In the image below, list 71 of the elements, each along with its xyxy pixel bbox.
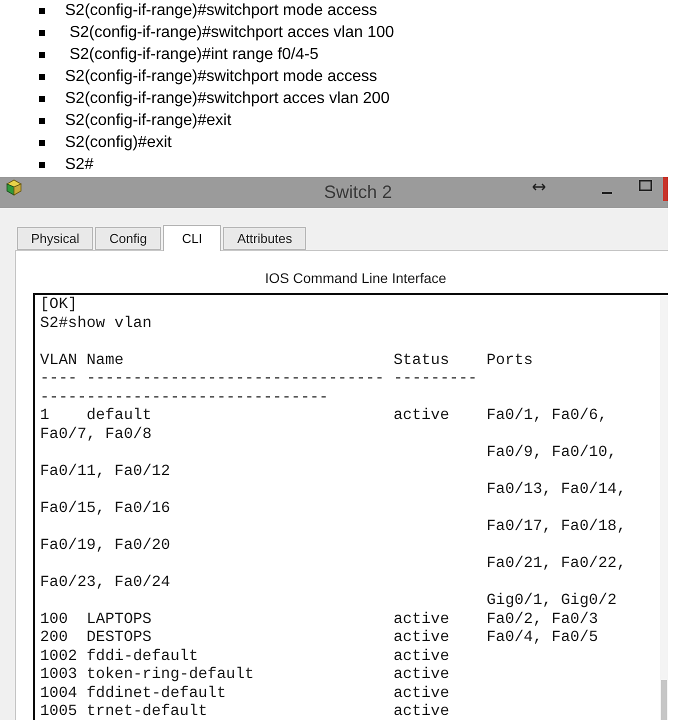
vlan-name: token-ring-default	[86, 665, 254, 684]
command-line-text: S2(config-if-range)#switchport mode access	[65, 67, 378, 87]
terminal-line: Fa0/19, Fa0/20	[40, 536, 170, 554]
vlan-ports: Fa0/9, Fa0/10,	[486, 443, 617, 462]
vlan-status: active	[393, 628, 450, 646]
column-header: VLAN	[40, 350, 78, 369]
terminal-line: Fa0/23, Fa0/24	[40, 572, 170, 591]
panel-heading: IOS Command Line Interface	[265, 270, 446, 286]
command-line-text: S2(config-if-range)#switchport mode access	[65, 1, 378, 21]
vlan-ports: Fa0/2, Fa0/3	[486, 610, 598, 628]
vlan-id: 200	[40, 628, 68, 646]
bullet-icon	[39, 162, 45, 168]
dash-rule: ----	[40, 369, 78, 388]
column-header: Ports	[486, 350, 533, 369]
tab[interactable]: CLI	[163, 225, 222, 251]
vlan-id: 1	[40, 406, 50, 424]
command-line-text: S2(config-if-range)#switchport acces vlan 100	[68, 23, 394, 43]
bullet-icon	[39, 30, 45, 36]
vlan-status: active	[393, 684, 450, 702]
bullet-icon	[39, 140, 45, 146]
vlan-name: DESTOPS	[86, 628, 152, 646]
bullet-icon	[39, 8, 45, 14]
command-line-text: S2(config-if-range)#int range f0/4-5	[68, 45, 318, 65]
command-line-text: S2(config-if-range)#exit	[65, 111, 232, 131]
terminal-line: Fa0/15, Fa0/16	[40, 498, 170, 517]
window-title: Switch 2	[324, 181, 392, 204]
vlan-ports: Fa0/13, Fa0/14,	[486, 480, 626, 498]
vlan-ports: Fa0/21, Fa0/22,	[486, 554, 626, 572]
bullet-icon	[39, 96, 45, 102]
command-line-text: S2(config)#exit	[65, 133, 172, 153]
vlan-status: active	[393, 610, 450, 628]
dash-rule: ---------	[393, 369, 478, 388]
cube-icon	[5, 179, 22, 196]
vlan-status: active	[393, 665, 450, 684]
vlan-ports: Fa0/17, Fa0/18,	[486, 517, 626, 536]
vlan-ports: Fa0/1, Fa0/6,	[486, 406, 608, 424]
vlan-ports: Fa0/4, Fa0/5	[486, 628, 598, 646]
vlan-id: 1002	[40, 646, 78, 665]
vlan-status: active	[393, 646, 450, 665]
terminal-line: Fa0/11, Fa0/12	[40, 462, 170, 480]
resize-icon[interactable]	[532, 183, 546, 191]
scrollbar-thumb[interactable]	[661, 680, 667, 720]
dash-rule: -------------------------------	[40, 388, 328, 406]
vlan-id: 1004	[40, 684, 78, 702]
tab[interactable]: Config	[95, 227, 161, 250]
vlan-ports: Gig0/1, Gig0/2	[486, 591, 617, 610]
terminal-line: S2#show vlan	[40, 314, 152, 332]
terminal-line: Fa0/7, Fa0/8	[40, 424, 152, 443]
vlan-name: fddinet-default	[86, 684, 226, 702]
column-header: Name	[86, 350, 124, 369]
column-header: Status	[393, 350, 450, 369]
bullet-icon	[39, 118, 45, 124]
vlan-id: 100	[40, 610, 68, 628]
minimize-button[interactable]	[602, 192, 612, 194]
vlan-name: default	[86, 406, 152, 424]
dash-rule: --------------------------------	[86, 369, 384, 388]
vlan-name: trnet-default	[86, 702, 208, 720]
tab[interactable]: Attributes	[223, 227, 306, 250]
vlan-id: 1003	[40, 665, 78, 684]
maximize-button[interactable]	[639, 180, 652, 191]
vlan-name: LAPTOPS	[86, 610, 152, 628]
terminal-line: [OK]	[40, 295, 78, 314]
vlan-status: active	[393, 702, 450, 720]
bullet-icon	[39, 74, 45, 80]
bullet-icon	[39, 52, 45, 58]
command-line-text: S2#	[65, 155, 94, 175]
tab[interactable]: Physical	[17, 227, 94, 250]
vlan-id: 1005	[40, 702, 78, 720]
vlan-status: active	[393, 406, 450, 424]
command-line-text: S2(config-if-range)#switchport acces vlan 200	[65, 89, 390, 109]
vlan-name: fddi-default	[86, 646, 198, 665]
